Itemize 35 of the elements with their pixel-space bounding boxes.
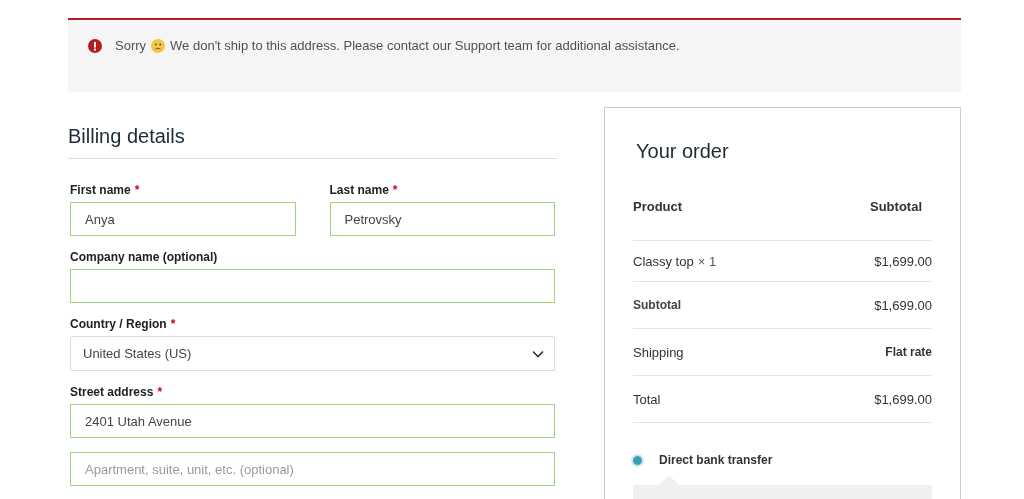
field-label: Country / Region (70, 317, 167, 331)
row-value: Flat rate (885, 345, 932, 359)
input-field[interactable]: Anya (70, 202, 296, 236)
row-value: $1,699.00 (874, 253, 932, 269)
error-icon (88, 38, 102, 53)
required-mark: * (157, 385, 163, 399)
input-field[interactable]: Apartment, suite, unit, etc. (optional) (70, 452, 555, 486)
notice-text: Sorry (115, 38, 147, 53)
row-label: Total (633, 391, 661, 407)
input-field[interactable]: Petrovsky (329, 202, 555, 236)
row-label: Shipping (633, 344, 684, 360)
sad-face-icon (151, 38, 166, 53)
input-field[interactable]: 2401 Utah Avenue (70, 404, 555, 438)
row-label: Subtotal (633, 298, 681, 312)
column-header: Product (633, 199, 683, 214)
column-header: Subtotal (870, 199, 922, 214)
required-mark: * (170, 317, 176, 331)
input-field[interactable] (70, 269, 555, 303)
row-value: $1,699.00 (874, 391, 932, 407)
field-label: Last name (329, 183, 389, 197)
field-label: Street address (70, 385, 154, 399)
chevron-down-icon (532, 349, 544, 358)
field-label: Company name (optional) (70, 250, 218, 264)
row-value: $1,699.00 (874, 297, 932, 313)
required-mark: * (392, 183, 398, 197)
field-label: First name (70, 183, 131, 197)
payment-label[interactable]: Direct bank transfer (659, 453, 773, 467)
notice-text: We don't ship to this address. Please contact our Support team for additional assistance. (170, 38, 680, 53)
section-title: Your order (636, 140, 730, 163)
section-title: Billing details (68, 125, 557, 159)
quantity-text: × 1 (697, 253, 717, 269)
row-label: Classy top (633, 253, 694, 269)
required-mark: * (134, 183, 140, 197)
radio-button[interactable] (633, 455, 642, 465)
country-dropdown[interactable]: United States (US) (70, 336, 555, 371)
